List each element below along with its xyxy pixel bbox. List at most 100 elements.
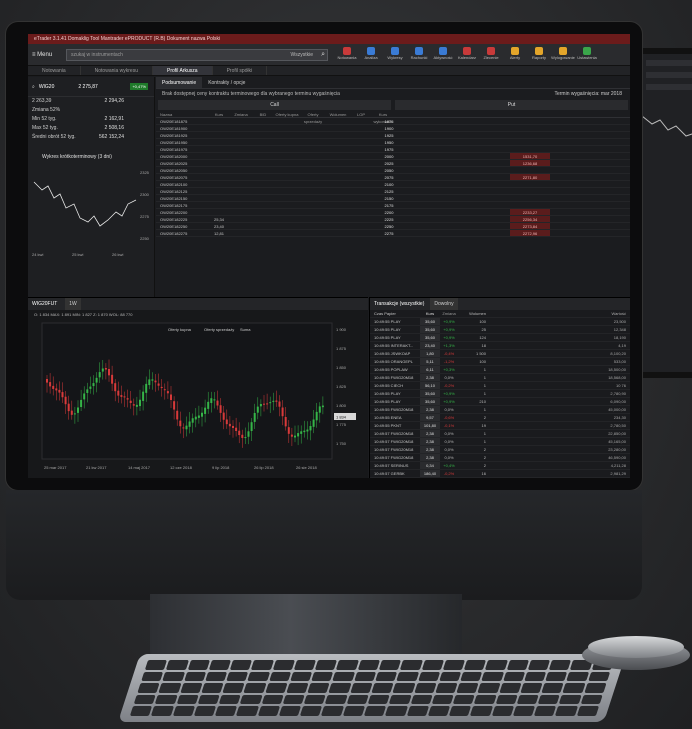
- index-quote[interactable]: ⌕ WIG20 2 275,87 +0,47%: [28, 77, 154, 97]
- keyboard-key: [566, 671, 590, 682]
- options-row[interactable]: OW20E181900 1900: [156, 125, 630, 132]
- toolbar-button-9[interactable]: Wylogowanie: [551, 45, 575, 65]
- chart-x-label: 14 maj 2017: [128, 465, 151, 470]
- trade-time: 10:49:55 POPLAW: [374, 367, 408, 372]
- trade-row[interactable]: 10:49:55 PLAY 35,60 +0,9% 1 2,780,90: [370, 390, 630, 398]
- menu-button[interactable]: ≡ Menu: [32, 48, 60, 62]
- options-row[interactable]: OW20E182050 2050: [156, 167, 630, 174]
- keyboard-key: [300, 706, 323, 716]
- trade-row[interactable]: 10:49:55 PLAY 35,60 +0,9% 100 23,500: [370, 318, 630, 326]
- tab-2[interactable]: Profil Arkusza: [153, 66, 213, 75]
- option-put-value: 2272,96: [510, 230, 550, 236]
- candle-body: [151, 379, 154, 381]
- options-row[interactable]: OW20E182075 2075 2271,80: [156, 174, 630, 181]
- options-row[interactable]: OW20E181950 1950: [156, 139, 630, 146]
- trade-row[interactable]: 10:49:55 ORANGEPL 5,11 -1,2% 100 533,00: [370, 358, 630, 366]
- options-subtab-1[interactable]: Kontrakty / opcje: [202, 77, 251, 88]
- trade-row[interactable]: 10:49:57 FWIG20M18 2,38 0,0% 2 46,590,00: [370, 454, 630, 462]
- candle-body: [123, 396, 126, 398]
- tab-1[interactable]: Notowania wykresu: [81, 66, 153, 75]
- trade-row[interactable]: 10:49:55 FWIG20M18 2,38 0,0% 1 18,568,00: [370, 374, 630, 382]
- call-label[interactable]: Call: [158, 100, 391, 110]
- trade-row[interactable]: 10:49:57 FWIG20M18 2,38 0,0% 2 23,280,00: [370, 446, 630, 454]
- option-call-value: [208, 125, 328, 131]
- trade-row[interactable]: 10:49:57 SERINUS 0,34 +0,4% 2 4,211,28: [370, 462, 630, 470]
- trade-row[interactable]: 10:49:55 POPLAW 6,11 +0,3% 1 18,500,00: [370, 366, 630, 374]
- trade-row[interactable]: 10:49:55 FWIG20M18 2,38 0,0% 1 45,000,00: [370, 406, 630, 414]
- options-table-body: OW20E181875 1875 OW20E181900 1900 OW20E18192…: [156, 118, 630, 237]
- candle-body: [135, 404, 138, 407]
- trade-row[interactable]: 10:49:57 FWIG20M18 2,38 0,0% 1 22,850,00: [370, 430, 630, 438]
- search-input[interactable]: szukaj w instrumentach Wszystkie ⌕: [66, 48, 328, 61]
- chart-symbol[interactable]: WIG20FUT: [32, 298, 57, 310]
- options-row[interactable]: OW20E182000 2000 1531,70: [156, 153, 630, 160]
- options-row[interactable]: OW20E181925 1925: [156, 132, 630, 139]
- options-row[interactable]: OW20E182125 2125: [156, 188, 630, 195]
- candle-body: [309, 426, 312, 431]
- toolbar-button-0[interactable]: Notowania: [336, 45, 358, 65]
- candle-body: [247, 431, 250, 437]
- intraday-y-label: 2275: [140, 214, 150, 219]
- trade-row[interactable]: 10:49:55 JSWKOAP 1,80 -0,4% 1 500 8,100,20: [370, 350, 630, 358]
- toolbar-button-4[interactable]: Aktywność: [432, 45, 454, 65]
- search-icon[interactable]: ⌕: [32, 84, 35, 90]
- toolbar-button-7[interactable]: Alerty: [504, 45, 526, 65]
- options-row[interactable]: OW20E182200 2200 2233,27: [156, 209, 630, 216]
- option-strike: 2200: [384, 210, 394, 215]
- options-row[interactable]: OW20E182150 2150: [156, 195, 630, 202]
- trade-pct: -1,2%: [443, 359, 455, 364]
- options-row[interactable]: OW20E181875 1875: [156, 118, 630, 125]
- candle-body: [256, 406, 259, 413]
- toolbar-button-1[interactable]: Analiza: [360, 45, 382, 65]
- toolbar-button-3[interactable]: Rachunki: [408, 45, 430, 65]
- toolbar-button-6[interactable]: Zlecenie: [480, 45, 502, 65]
- option-strike: 1875: [384, 119, 394, 124]
- option-put-value: 2256,34: [510, 216, 550, 222]
- trade-time: 10:49:55 PLAY: [374, 319, 401, 324]
- toolbar-button-8[interactable]: Raporty: [528, 45, 550, 65]
- toolbar-button-5[interactable]: Kalendarz: [456, 45, 478, 65]
- options-row[interactable]: OW20E182275 12,81 2275 2272,96: [156, 230, 630, 237]
- trade-row[interactable]: 10:49:55 INTERAKT... 23,40 +1,3% 18 4,19: [370, 342, 630, 350]
- trade-pct: 0,0%: [444, 375, 454, 380]
- options-row[interactable]: OW20E182175 2175: [156, 202, 630, 209]
- tab-3[interactable]: Profil spółki: [213, 66, 268, 75]
- keyboard-key: [251, 660, 274, 670]
- tab-bar: Notowania Notowania wykresu Profil Arkusza…: [28, 66, 630, 76]
- trade-side: 2,780,90: [610, 391, 626, 396]
- trade-row[interactable]: 10:49:55 PKNT 101,80 -0,1% 19 2,780,50: [370, 422, 630, 430]
- options-subtab-0[interactable]: Podsumowanie: [156, 77, 203, 88]
- options-row[interactable]: OW20E182025 2025 1236,68: [156, 160, 630, 167]
- keyboard-key: [388, 694, 412, 705]
- keyboard-key: [350, 683, 373, 693]
- keyboard-key: [559, 694, 582, 705]
- trade-row[interactable]: 10:49:57 FWIG20M18 2,38 0,0% 1 45,165,00: [370, 438, 630, 446]
- trade-row[interactable]: 10:49:55 PLAY 35,60 +0,9% 25 12,348: [370, 326, 630, 334]
- options-row[interactable]: OW20E181975 1975: [156, 146, 630, 153]
- search-mode[interactable]: Wszystkie: [291, 50, 314, 60]
- toolbar-button-10[interactable]: Ustawienia: [576, 45, 598, 65]
- chart-interval[interactable]: 1W: [65, 298, 81, 310]
- trade-row[interactable]: 10:49:55 ENEA 9,57 -0,6% 2 234,30: [370, 414, 630, 422]
- option-strike: 2225: [384, 217, 394, 222]
- search-icon[interactable]: ⌕: [321, 50, 325, 60]
- trade-time: 10:49:57 FWIG20M18: [374, 431, 414, 436]
- options-row[interactable]: OW20E182100 2100: [156, 181, 630, 188]
- keyboard-keys: [129, 660, 615, 716]
- keyboard-key: [464, 660, 487, 670]
- trades-filter[interactable]: Dowolny: [430, 298, 458, 310]
- keyboard-key: [435, 683, 458, 693]
- candlestick-chart[interactable]: 1 900 1 875 1 850 1 825 1 800 1 775 1 750 25 ma…: [28, 319, 368, 478]
- expiry-label[interactable]: Termin wygaśnięcia: mar 2018: [554, 89, 622, 99]
- trade-row[interactable]: 10:49:55 CIECH 56,10 -0,2% 1 10 76: [370, 382, 630, 390]
- trade-row[interactable]: 10:49:57 GERBK 186,40 -0,2% 16 2,981,29: [370, 470, 630, 478]
- options-row[interactable]: OW20E182225 25,34 2225 2256,34: [156, 216, 630, 223]
- tab-0[interactable]: Notowania: [28, 66, 81, 75]
- toolbar-button-2[interactable]: Wykresy: [384, 45, 406, 65]
- trade-row[interactable]: 10:49:55 PLAY 35,60 +0,9% 210 6,090,00: [370, 398, 630, 406]
- trade-row[interactable]: 10:49:55 PLAY 35,60 +0,9% 124 18,190: [370, 334, 630, 342]
- options-row[interactable]: OW20E182250 23,40 2250 2273,84: [156, 223, 630, 230]
- candle-body: [173, 401, 176, 410]
- put-label[interactable]: Put: [395, 100, 628, 110]
- option-strike: 2050: [384, 168, 394, 173]
